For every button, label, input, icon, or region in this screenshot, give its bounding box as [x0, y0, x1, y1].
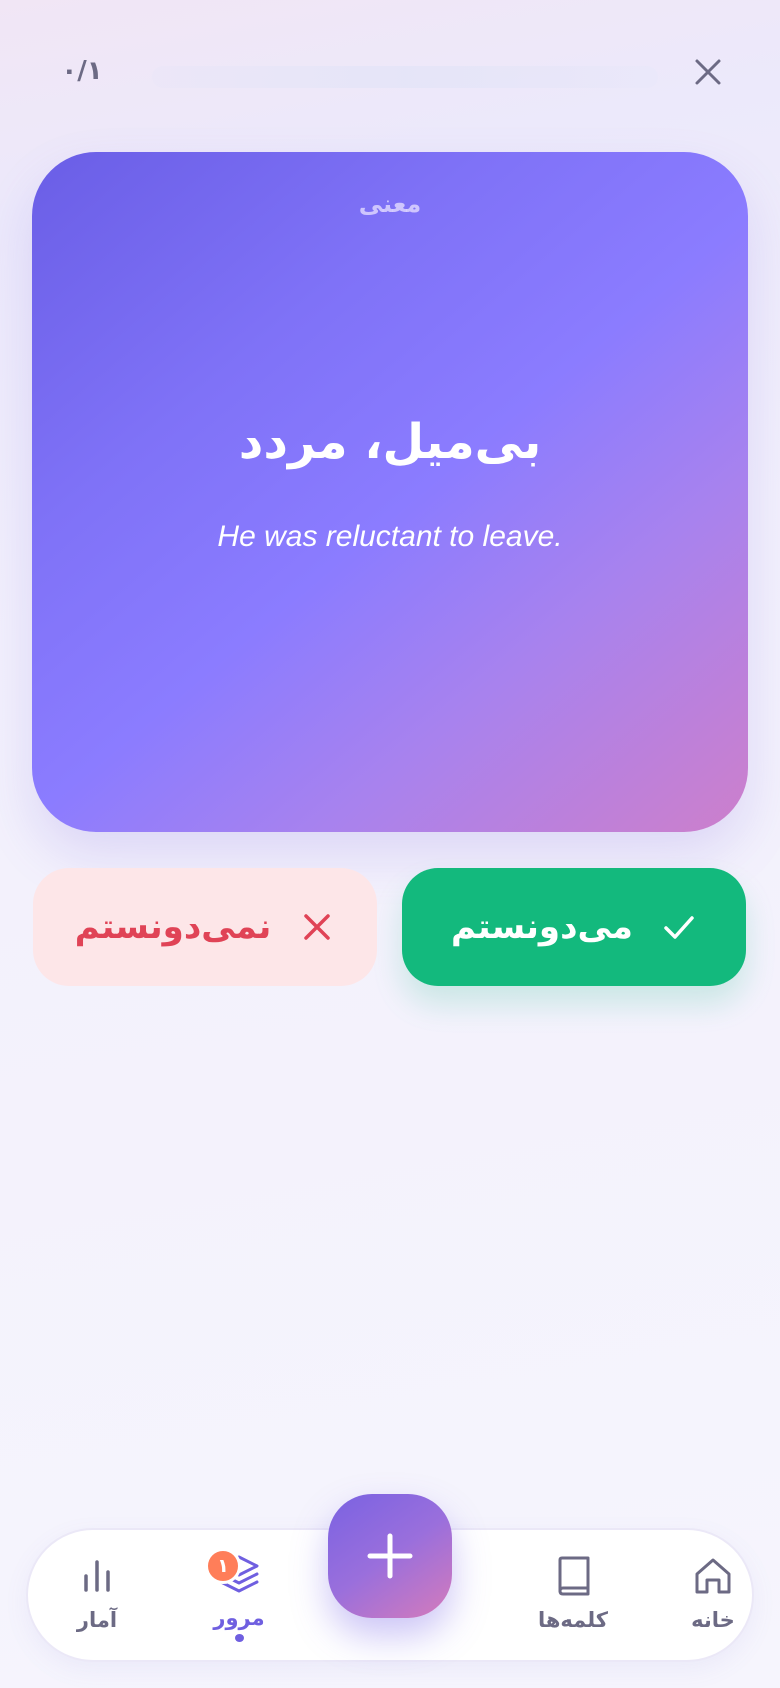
x-icon [299, 909, 335, 945]
review-count-badge: ۱ [205, 1548, 241, 1584]
close-button[interactable] [686, 50, 730, 94]
card-side-label: معنی [358, 190, 422, 218]
stats-icon [73, 1552, 121, 1600]
layers-icon: ۱ [205, 1548, 263, 1598]
didnt-know-button[interactable]: نمی‌دونستم [33, 868, 377, 986]
card-example-sentence: He was reluctant to leave. [217, 520, 563, 553]
nav-label-review: مرور [213, 1606, 265, 1630]
active-indicator-dot [234, 1634, 244, 1642]
knew-button[interactable]: می‌دونستم [402, 868, 746, 986]
card-meaning: بی‌میل، مردد [238, 414, 542, 470]
check-icon [661, 909, 697, 945]
home-icon [689, 1552, 737, 1600]
add-word-button[interactable] [328, 1494, 452, 1618]
nav-item-stats[interactable]: آمار [42, 1552, 152, 1642]
close-icon [695, 59, 721, 85]
plus-icon [367, 1533, 413, 1579]
progress-count: ۰/۱ [61, 56, 103, 86]
nav-item-words[interactable]: کلمه‌ها [518, 1552, 628, 1642]
flashcard[interactable]: معنی بی‌میل، مردد He was reluctant to le… [32, 152, 748, 832]
nav-item-home[interactable]: خانه [658, 1552, 768, 1642]
nav-label-stats: آمار [76, 1608, 118, 1632]
progress-bar [152, 66, 658, 88]
book-icon [549, 1552, 597, 1600]
nav-label-home: خانه [691, 1608, 735, 1632]
knew-button-label: می‌دونستم [451, 907, 633, 947]
didnt-know-button-label: نمی‌دونستم [74, 907, 272, 947]
nav-item-review[interactable]: ۱ مرور [184, 1548, 294, 1642]
nav-label-words: کلمه‌ها [537, 1608, 609, 1632]
top-bar: ۰/۱ [0, 0, 780, 150]
